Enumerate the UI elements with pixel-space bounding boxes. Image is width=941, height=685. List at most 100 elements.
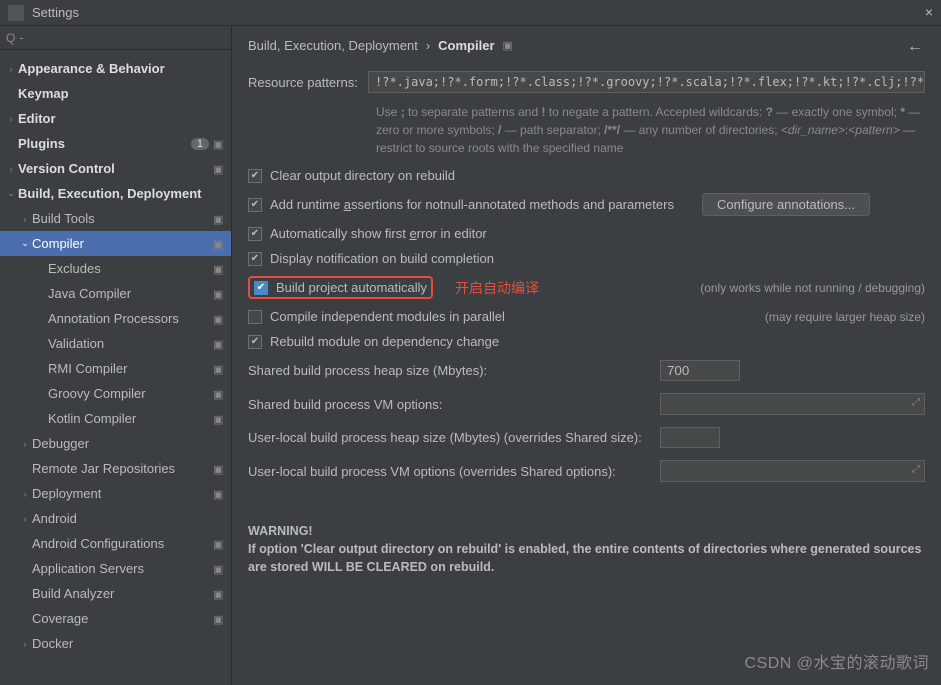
clear-output-checkbox[interactable] — [248, 169, 262, 183]
chevron-icon: › — [18, 639, 32, 649]
reset-icon[interactable]: ▣ — [213, 363, 225, 375]
display-notification-checkbox[interactable] — [248, 252, 262, 266]
sidebar-item-remote-jar-repositories[interactable]: ›Remote Jar Repositories▣ — [0, 456, 231, 481]
sidebar-item-rmi-compiler[interactable]: RMI Compiler▣ — [0, 356, 231, 381]
reset-icon[interactable]: ▣ — [213, 288, 225, 300]
sidebar-item-label: Deployment — [32, 486, 213, 501]
reset-icon[interactable]: ▣ — [213, 263, 225, 275]
reset-icon[interactable]: ▣ — [213, 563, 225, 575]
sidebar-item-compiler[interactable]: ⌄Compiler▣ — [0, 231, 231, 256]
reset-icon[interactable]: ▣ — [213, 238, 225, 250]
expand-icon[interactable]: ⤢ — [912, 397, 920, 408]
sidebar-item-version-control[interactable]: ›Version Control▣ — [0, 156, 231, 181]
sidebar-item-build-tools[interactable]: ›Build Tools▣ — [0, 206, 231, 231]
vm-options-input[interactable]: ⤢ — [660, 393, 925, 415]
search-bar[interactable]: Q- — [0, 26, 231, 50]
sidebar-item-label: Version Control — [18, 161, 213, 176]
sidebar-item-editor[interactable]: ›Editor — [0, 106, 231, 131]
sidebar-item-label: Application Servers — [32, 561, 213, 576]
sidebar-item-application-servers[interactable]: ›Application Servers▣ — [0, 556, 231, 581]
titlebar: Settings × — [0, 0, 941, 26]
sidebar-item-deployment[interactable]: ›Deployment▣ — [0, 481, 231, 506]
build-auto-checkbox[interactable] — [254, 281, 268, 295]
sidebar-item-label: Editor — [18, 111, 225, 126]
sidebar-item-android-configurations[interactable]: ›Android Configurations▣ — [0, 531, 231, 556]
chevron-icon: › — [4, 64, 18, 74]
breadcrumb-parent[interactable]: Build, Execution, Deployment — [248, 38, 418, 53]
sidebar-item-kotlin-compiler[interactable]: Kotlin Compiler▣ — [0, 406, 231, 431]
reset-icon[interactable]: ▣ — [213, 463, 225, 475]
sidebar-item-label: Android — [32, 511, 225, 526]
reset-icon[interactable]: ▣ — [213, 388, 225, 400]
sidebar-item-build-analyzer[interactable]: ›Build Analyzer▣ — [0, 581, 231, 606]
sidebar-item-groovy-compiler[interactable]: Groovy Compiler▣ — [0, 381, 231, 406]
close-icon[interactable]: × — [925, 4, 933, 20]
reset-icon[interactable]: ▣ — [213, 588, 225, 600]
compile-parallel-checkbox[interactable] — [248, 310, 262, 324]
chevron-icon: › — [4, 164, 18, 174]
sidebar-item-label: Build Analyzer — [32, 586, 213, 601]
sidebar-item-build-execution-deployment[interactable]: ⌄Build, Execution, Deployment — [0, 181, 231, 206]
configure-annotations-button[interactable]: Configure annotations... — [702, 193, 870, 216]
chevron-icon: › — [18, 514, 32, 524]
sidebar-item-label: Coverage — [32, 611, 213, 626]
auto-show-error-label: Automatically show first error in editor — [270, 226, 487, 241]
reset-icon[interactable]: ▣ — [213, 138, 225, 150]
sidebar-item-plugins[interactable]: ›Plugins1▣ — [0, 131, 231, 156]
runtime-assertions-label: Add runtime assertions for notnull-annot… — [270, 197, 674, 212]
resource-patterns-input[interactable]: !?*.java;!?*.form;!?*.class;!?*.groovy;!… — [368, 71, 925, 93]
rebuild-dependency-label: Rebuild module on dependency change — [270, 334, 499, 349]
sidebar-item-excludes[interactable]: Excludes▣ — [0, 256, 231, 281]
reset-icon[interactable]: ▣ — [213, 163, 225, 175]
reset-icon[interactable]: ▣ — [213, 313, 225, 325]
breadcrumb: Build, Execution, Deployment › Compiler … — [248, 38, 925, 53]
user-heap-input[interactable] — [660, 427, 720, 448]
sidebar-item-label: Java Compiler — [48, 286, 213, 301]
rebuild-dependency-checkbox[interactable] — [248, 335, 262, 349]
chevron-icon: › — [4, 114, 18, 124]
chevron-icon: ⌄ — [4, 188, 18, 199]
sidebar-item-android[interactable]: ›Android — [0, 506, 231, 531]
user-vm-label: User-local build process VM options (ove… — [248, 464, 648, 479]
settings-tree: ›Appearance & Behavior›Keymap›Editor›Plu… — [0, 50, 231, 685]
sidebar-item-docker[interactable]: ›Docker — [0, 631, 231, 656]
sidebar-item-validation[interactable]: Validation▣ — [0, 331, 231, 356]
chevron-icon: › — [18, 214, 32, 224]
reset-icon[interactable]: ▣ — [503, 39, 513, 52]
sidebar-item-label: Excludes — [48, 261, 213, 276]
sidebar-item-label: Compiler — [32, 236, 213, 251]
resource-hint: Use ; to separate patterns and ! to nega… — [376, 103, 925, 157]
sidebar-item-annotation-processors[interactable]: Annotation Processors▣ — [0, 306, 231, 331]
sidebar-item-label: Remote Jar Repositories — [32, 461, 213, 476]
sidebar-item-debugger[interactable]: ›Debugger — [0, 431, 231, 456]
back-arrow-icon[interactable]: ← — [907, 38, 923, 56]
reset-icon[interactable]: ▣ — [213, 488, 225, 500]
chevron-right-icon: › — [426, 38, 430, 53]
search-icon: Q — [6, 31, 15, 45]
app-icon — [8, 5, 24, 21]
chevron-icon: › — [18, 439, 32, 449]
sidebar-item-label: Build, Execution, Deployment — [18, 186, 225, 201]
annotation-text: 开启自动编译 — [455, 278, 539, 298]
reset-icon[interactable]: ▣ — [213, 538, 225, 550]
sidebar-item-coverage[interactable]: ›Coverage▣ — [0, 606, 231, 631]
auto-show-error-checkbox[interactable] — [248, 227, 262, 241]
reset-icon[interactable]: ▣ — [213, 338, 225, 350]
sidebar-item-appearance-behavior[interactable]: ›Appearance & Behavior — [0, 56, 231, 81]
user-vm-input[interactable]: ⤢ — [660, 460, 925, 482]
heap-size-input[interactable] — [660, 360, 740, 381]
sidebar-item-keymap[interactable]: ›Keymap — [0, 81, 231, 106]
sidebar-item-label: Groovy Compiler — [48, 386, 213, 401]
build-auto-label: Build project automatically — [276, 280, 427, 295]
window-title: Settings — [32, 5, 79, 20]
reset-icon[interactable]: ▣ — [213, 613, 225, 625]
expand-icon[interactable]: ⤢ — [912, 464, 920, 475]
sidebar-item-java-compiler[interactable]: Java Compiler▣ — [0, 281, 231, 306]
sidebar-item-label: Build Tools — [32, 211, 213, 226]
runtime-assertions-checkbox[interactable] — [248, 198, 262, 212]
reset-icon[interactable]: ▣ — [213, 213, 225, 225]
reset-icon[interactable]: ▣ — [213, 413, 225, 425]
content-panel: Build, Execution, Deployment › Compiler … — [232, 26, 941, 685]
build-auto-highlight: Build project automatically — [248, 276, 433, 299]
user-heap-label: User-local build process heap size (Mbyt… — [248, 430, 648, 445]
